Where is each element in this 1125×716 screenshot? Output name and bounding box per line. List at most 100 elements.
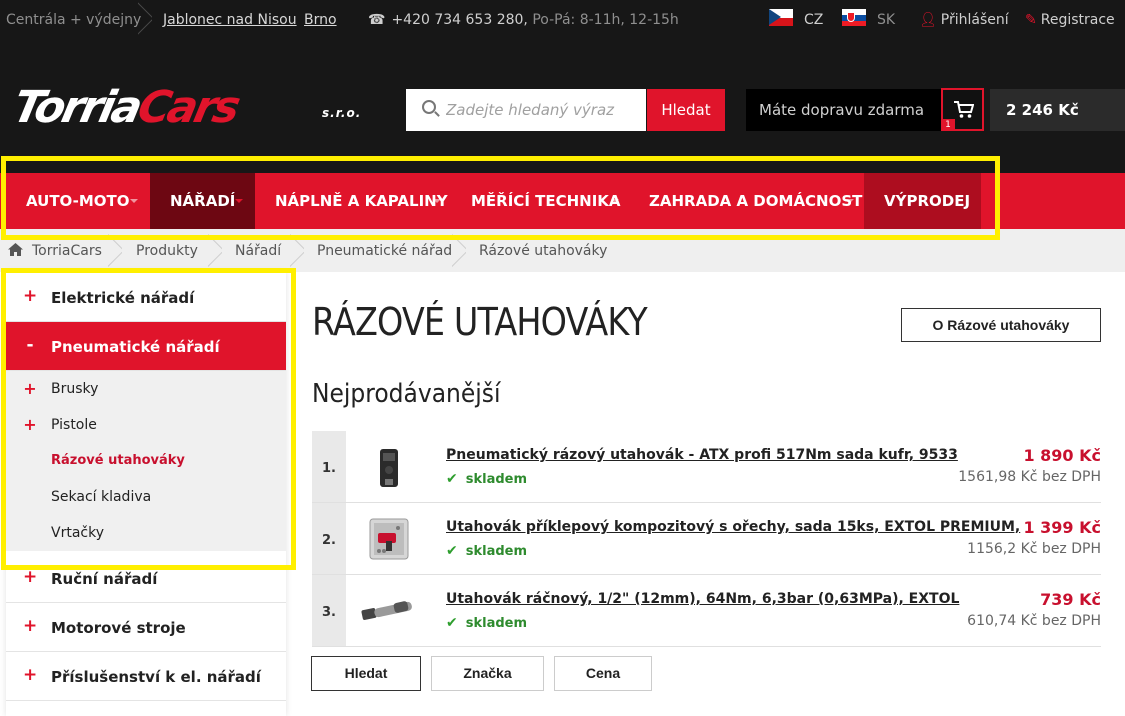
sidebar-item-elektricke-naradi[interactable]: + Elektrické nářadí xyxy=(6,273,286,322)
filter-price-button[interactable]: Cena xyxy=(554,656,652,691)
register-label: Registrace xyxy=(1040,12,1115,28)
register-link[interactable]: ✎ Registrace xyxy=(1025,12,1115,28)
breadcrumb-separator xyxy=(290,229,304,272)
cart-total[interactable]: 2 246 Kč xyxy=(990,89,1125,131)
stock-label: skladem xyxy=(465,472,528,487)
expand-icon[interactable]: + xyxy=(23,381,37,397)
sidebar-item-prislusenstvi[interactable]: + Příslušenství k el. nářadí xyxy=(6,652,286,701)
impact-wrench-set-image[interactable] xyxy=(356,511,420,567)
ratchet-wrench-image[interactable] xyxy=(356,583,420,639)
nav-item-vyprodej[interactable]: Výprodej xyxy=(864,173,981,229)
stock-status: ✔ skladem xyxy=(446,543,527,559)
product-rank: 3. xyxy=(312,575,346,646)
home-icon[interactable] xyxy=(8,243,23,256)
breadcrumb-item[interactable]: TorriaCars xyxy=(32,243,102,259)
bestsellers-title: Nejprodávanější xyxy=(312,379,501,409)
nav-label: Nářadí xyxy=(170,192,236,210)
sidebar-item-label: Příslušenství k el. nářadí xyxy=(51,668,261,686)
product-rank: 2. xyxy=(312,503,346,574)
impact-wrench-case-image[interactable] xyxy=(356,439,420,495)
about-category-button[interactable]: O Rázové utahováky xyxy=(901,308,1101,342)
breadcrumb-item[interactable]: Produkty xyxy=(136,243,198,259)
nav-label: Zahrada a domácnost xyxy=(649,192,863,210)
product-row: 1. Pneumatický rázový utahovák - ATX pro… xyxy=(312,431,1101,503)
product-rank: 1. xyxy=(312,431,346,502)
product-price: 1 399 Kč xyxy=(1023,518,1101,537)
nav-label: Náplně a kapaliny xyxy=(275,192,448,210)
logo-part-1: Torria xyxy=(8,82,145,133)
product-row: 3. Utahovák ráčnový, 1/2" (12mm), 64Nm, … xyxy=(312,575,1101,647)
product-price: 1 890 Kč xyxy=(1023,446,1101,465)
chevron-down-icon xyxy=(846,199,854,203)
sidebar-subitem-sekaci-kladiva[interactable]: Sekací kladiva xyxy=(6,479,286,515)
expand-icon[interactable]: + xyxy=(23,417,37,433)
branch-link-brno[interactable]: Brno xyxy=(304,12,337,28)
collapse-icon[interactable]: - xyxy=(23,337,37,354)
lang-cz[interactable]: CZ xyxy=(804,12,823,28)
slovak-flag-icon[interactable] xyxy=(842,9,866,26)
branch-link-jablonec[interactable]: Jablonec nad Nisou xyxy=(163,12,297,28)
sidebar-subitem-label: Brusky xyxy=(51,381,99,397)
nav-item-zahrada[interactable]: Zahrada a domácnost xyxy=(628,173,864,229)
login-label: Přihlášení xyxy=(940,12,1009,28)
login-link[interactable]: 👤︎ Přihlášení xyxy=(919,12,1009,28)
nav-item-auto-moto[interactable]: Auto-moto xyxy=(0,173,150,229)
breadcrumb: TorriaCars Produkty Nářadí Pneumatické n… xyxy=(0,229,1125,272)
product-price-net: 1561,98 Kč bez DPH xyxy=(958,469,1101,485)
main-navigation: Auto-moto Nářadí Náplně a kapaliny Měříc… xyxy=(0,173,1125,229)
search-input[interactable] xyxy=(446,89,642,131)
stock-label: skladem xyxy=(465,544,528,559)
site-header: Centrála + výdejny Jablonec nad Nisou Br… xyxy=(0,0,1125,173)
opening-hours: Po-Pá: 8-11h, 12-15h xyxy=(532,12,679,28)
sidebar-subitem-razove-utahovaky[interactable]: Rázové utahováky xyxy=(6,443,286,479)
product-row: 2. Utahovák příklepový kompozitový s oře… xyxy=(312,503,1101,575)
cart-button[interactable]: 1 xyxy=(941,88,984,131)
product-name-link[interactable]: Pneumatický rázový utahovák - ATX profi … xyxy=(446,447,958,463)
user-icon: 👤︎ xyxy=(919,12,937,28)
lang-sk[interactable]: SK xyxy=(877,12,895,28)
logo-part-2: Cars xyxy=(133,82,243,133)
topbar-separator xyxy=(138,0,152,40)
sidebar-subitem-vrtacky[interactable]: Vrtačky xyxy=(6,515,286,551)
sidebar-subitem-label-active: Rázové utahováky xyxy=(51,453,185,468)
sidebar-subitem-pistole[interactable]: + Pistole xyxy=(6,407,286,443)
expand-icon[interactable]: + xyxy=(23,667,37,684)
search-button[interactable]: Hledat xyxy=(647,89,725,131)
sidebar-item-rucni-naradi[interactable]: + Ruční nářadí xyxy=(6,554,286,603)
cart-count-badge: 1 xyxy=(941,119,955,131)
sidebar-subitem-label: Vrtačky xyxy=(51,525,104,541)
stock-label: skladem xyxy=(465,616,528,631)
breadcrumb-item[interactable]: Nářadí xyxy=(235,243,281,259)
czech-flag-icon[interactable] xyxy=(769,9,793,26)
check-icon: ✔ xyxy=(446,543,458,559)
sidebar-item-pneumaticke-naradi[interactable]: - Pneumatické nářadí xyxy=(6,322,286,371)
phone-icon: ☎ xyxy=(368,12,386,28)
expand-icon[interactable]: + xyxy=(23,288,37,305)
breadcrumb-separator xyxy=(108,229,122,272)
nav-label: Výprodej xyxy=(884,192,971,210)
nav-item-naplne[interactable]: Náplně a kapaliny xyxy=(255,173,450,229)
chevron-down-icon xyxy=(611,199,619,203)
chevron-down-icon xyxy=(235,199,243,203)
nav-item-naradi[interactable]: Nářadí xyxy=(150,173,255,229)
sidebar-item-label: Motorové stroje xyxy=(51,619,186,637)
breadcrumb-item[interactable]: Pneumatické nářadí xyxy=(317,243,456,259)
nav-item-merici-technika[interactable]: Měřící technika xyxy=(450,173,628,229)
site-logo[interactable]: TorriaCars s.r.o. xyxy=(8,80,372,140)
sidebar-subitem-label: Sekací kladiva xyxy=(51,489,152,505)
search-icon xyxy=(422,100,436,114)
check-icon: ✔ xyxy=(446,615,458,631)
filter-search-button[interactable]: Hledat xyxy=(311,656,421,691)
product-name-link[interactable]: Utahovák ráčnový, 1/2" (12mm), 64Nm, 6,3… xyxy=(446,591,959,607)
product-name-link[interactable]: Utahovák příklepový kompozitový s ořechy… xyxy=(446,519,1020,535)
phone-info: ☎ +420 734 653 280, Po-Pá: 8-11h, 12-15h xyxy=(368,12,679,28)
stock-status: ✔ skladem xyxy=(446,615,527,631)
sidebar-item-label: Ruční nářadí xyxy=(51,570,158,588)
sidebar-item-motorove-stroje[interactable]: + Motorové stroje xyxy=(6,603,286,652)
sidebar-subitem-brusky[interactable]: + Brusky xyxy=(6,371,286,407)
chevron-down-icon xyxy=(130,199,138,203)
expand-icon[interactable]: + xyxy=(23,569,37,586)
expand-icon[interactable]: + xyxy=(23,618,37,635)
product-price-net: 1156,2 Kč bez DPH xyxy=(967,541,1101,557)
filter-brand-button[interactable]: Značka xyxy=(431,656,544,691)
